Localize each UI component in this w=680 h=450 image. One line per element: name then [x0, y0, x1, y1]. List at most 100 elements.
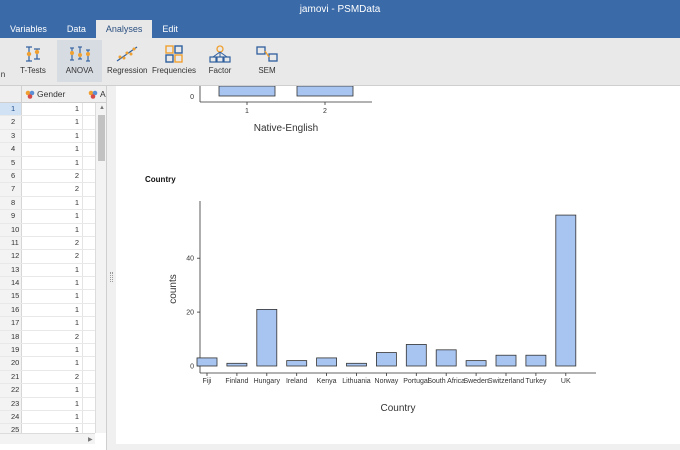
table-row[interactable]: 19 1	[0, 344, 95, 358]
tab-data[interactable]: Data	[57, 20, 96, 38]
scroll-right-icon[interactable]: ▶	[88, 436, 93, 443]
scrollbar-thumb[interactable]	[98, 115, 105, 161]
row-number[interactable]: 19	[0, 344, 22, 357]
table-row[interactable]: 10 1	[0, 223, 95, 237]
row-number[interactable]: 17	[0, 317, 22, 330]
vertical-scrollbar[interactable]: ▲	[95, 103, 106, 433]
gender-cell[interactable]: 2	[22, 330, 83, 344]
row-number[interactable]: 14	[0, 277, 22, 290]
table-row[interactable]: 14 1	[0, 277, 95, 291]
table-row[interactable]: 21	[0, 116, 95, 130]
nominal-variable-icon	[88, 90, 98, 100]
gender-cell[interactable]: 1	[22, 263, 83, 277]
regression-button[interactable]: Regression	[107, 40, 147, 82]
row-number[interactable]: 13	[0, 263, 22, 277]
bar	[196, 357, 218, 367]
gender-cell[interactable]: 1	[22, 344, 83, 357]
tab-edit[interactable]: Edit	[152, 20, 188, 38]
table-row[interactable]: 62	[0, 169, 95, 184]
row-number[interactable]: 3	[0, 129, 22, 143]
column-header-gender[interactable]: Gender	[25, 86, 85, 103]
anova-button[interactable]: ANOVA	[57, 40, 102, 82]
gender-cell[interactable]: 1	[22, 223, 83, 236]
table-row[interactable]: 17 1	[0, 317, 95, 331]
gender-cell[interactable]: 1	[22, 317, 83, 330]
row-number[interactable]: 23	[0, 397, 22, 410]
row-number[interactable]: 1	[0, 103, 22, 116]
gender-cell[interactable]: 2	[22, 370, 83, 384]
gender-cell[interactable]: 1	[22, 357, 83, 370]
splitter-grip-icon[interactable]	[110, 272, 113, 282]
column-header-next[interactable]: A	[88, 86, 106, 103]
row-number[interactable]: 9	[0, 210, 22, 223]
gender-cell[interactable]: 2	[22, 169, 83, 183]
gender-cell[interactable]: 1	[22, 290, 83, 303]
x-tick-label: Switzerland	[488, 378, 524, 385]
panel-splitter[interactable]	[107, 86, 116, 450]
factor-icon	[209, 45, 231, 63]
row-number[interactable]: 20	[0, 357, 22, 370]
table-row[interactable]: 20 1	[0, 357, 95, 371]
table-row[interactable]: 18 2	[0, 330, 95, 345]
exploration-button[interactable]: n	[0, 40, 10, 82]
table-row[interactable]: 23 1	[0, 397, 95, 411]
table-row[interactable]: 51	[0, 156, 95, 170]
table-row[interactable]: 16 1	[0, 303, 95, 318]
bar	[465, 360, 487, 367]
frequencies-button[interactable]: Frequencies	[152, 40, 196, 82]
gender-cell[interactable]: 1	[22, 410, 83, 424]
table-row[interactable]: 41	[0, 143, 95, 157]
row-number[interactable]: 18	[0, 330, 22, 344]
table-row[interactable]: 11 2	[0, 236, 95, 251]
table-row[interactable]: 31	[0, 129, 95, 144]
row-number[interactable]: 12	[0, 250, 22, 263]
table-row[interactable]: 13 1	[0, 263, 95, 278]
table-row[interactable]: 15 1	[0, 290, 95, 304]
row-number[interactable]: 22	[0, 384, 22, 397]
row-number[interactable]: 4	[0, 143, 22, 156]
t-tests-button[interactable]: T-Tests	[14, 40, 52, 82]
row-number[interactable]: 16	[0, 303, 22, 317]
scroll-up-icon[interactable]: ▲	[99, 105, 105, 111]
row-number[interactable]: 8	[0, 196, 22, 210]
horizontal-scrollbar[interactable]: ▶	[0, 433, 95, 444]
table-row[interactable]: 24 1	[0, 410, 95, 425]
tab-analyses[interactable]: Analyses	[95, 20, 153, 38]
row-number[interactable]: 10	[0, 223, 22, 236]
gender-cell[interactable]: 1	[22, 397, 83, 410]
select-all-corner[interactable]	[0, 86, 22, 103]
gender-cell[interactable]: 1	[22, 196, 83, 210]
row-number[interactable]: 6	[0, 169, 22, 183]
table-row[interactable]: 22 1	[0, 384, 95, 398]
table-row[interactable]: 91	[0, 210, 95, 224]
tab-variables[interactable]: Variables	[0, 20, 57, 38]
table-row[interactable]: 72	[0, 183, 95, 197]
row-number[interactable]: 24	[0, 410, 22, 424]
row-number[interactable]: 21	[0, 370, 22, 384]
row-number[interactable]: 11	[0, 236, 22, 250]
gender-cell[interactable]: 1	[22, 116, 83, 129]
sem-button[interactable]: SEM	[250, 40, 284, 82]
row-number[interactable]: 5	[0, 156, 22, 169]
gender-cell[interactable]: 2	[22, 183, 83, 196]
table-row[interactable]: 21 2	[0, 370, 95, 385]
factor-button[interactable]: Factor	[202, 40, 238, 82]
row-number[interactable]: 2	[0, 116, 22, 129]
table-row[interactable]: 12 2	[0, 250, 95, 264]
gender-cell[interactable]: 1	[22, 303, 83, 317]
bar	[405, 344, 427, 367]
gender-cell[interactable]: 2	[22, 236, 83, 250]
row-number[interactable]: 7	[0, 183, 22, 196]
gender-cell[interactable]: 1	[22, 210, 83, 223]
gender-cell[interactable]: 2	[22, 250, 83, 263]
row-number[interactable]: 15	[0, 290, 22, 303]
gender-cell[interactable]: 1	[22, 129, 83, 143]
gender-cell[interactable]: 1	[22, 103, 83, 116]
gender-cell[interactable]: 1	[22, 277, 83, 290]
table-row[interactable]: 81	[0, 196, 95, 211]
gender-cell[interactable]: 1	[22, 143, 83, 156]
gender-cell[interactable]: 1	[22, 156, 83, 169]
gender-cell[interactable]: 1	[22, 384, 83, 397]
results-horizontal-scrollbar[interactable]	[116, 444, 680, 450]
table-row[interactable]: 11	[0, 103, 95, 117]
